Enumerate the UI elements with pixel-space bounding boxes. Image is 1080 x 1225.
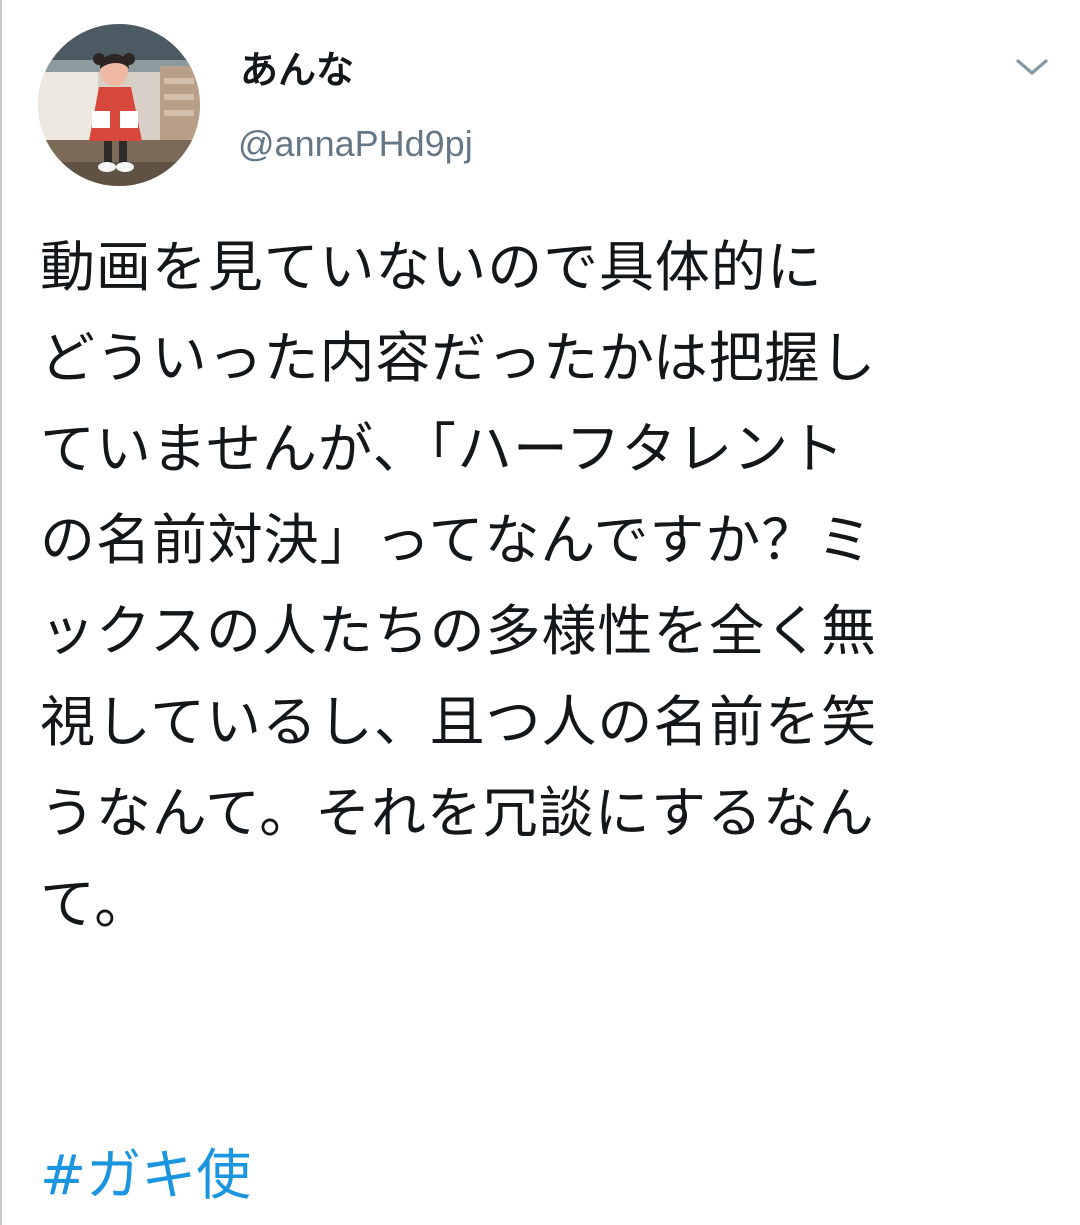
tweet-text-line: ていませんが、「ハーフタレント — [40, 417, 845, 481]
tweet-text-line: ックスの人たちの多様性を全く無 — [40, 599, 877, 663]
tweet-card: あんな @annaPHd9pj 動画を見ていないので具体的に どういった内容だっ… — [0, 0, 1080, 1225]
username-handle[interactable]: @annaPHd9pj — [238, 122, 473, 166]
tweet-text: 動画を見ていないので具体的に どういった内容だったかは把握し ていませんが、「ハ… — [40, 222, 1045, 950]
tweet-text-line: て。 — [40, 872, 151, 936]
chevron-down-icon — [1016, 59, 1048, 75]
tweet-options-button[interactable] — [1004, 44, 1060, 92]
tweet-text-line: の名前対決」ってなんですか？ミ — [40, 508, 874, 572]
tweet-text-line: 視しているし、且つ人の名前を笑 — [40, 690, 877, 754]
tweet-text-line: うなんて。それを冗談にするなん — [40, 781, 875, 845]
display-name[interactable]: あんな — [240, 46, 354, 94]
tweet-text-line: 動画を見ていないので具体的に — [40, 235, 823, 299]
tweet-text-line: どういった内容だったかは把握し — [40, 326, 877, 390]
avatar[interactable] — [38, 24, 200, 186]
hashtag-link[interactable]: #ガキ使 — [40, 1138, 251, 1212]
profile-photo — [38, 24, 200, 186]
